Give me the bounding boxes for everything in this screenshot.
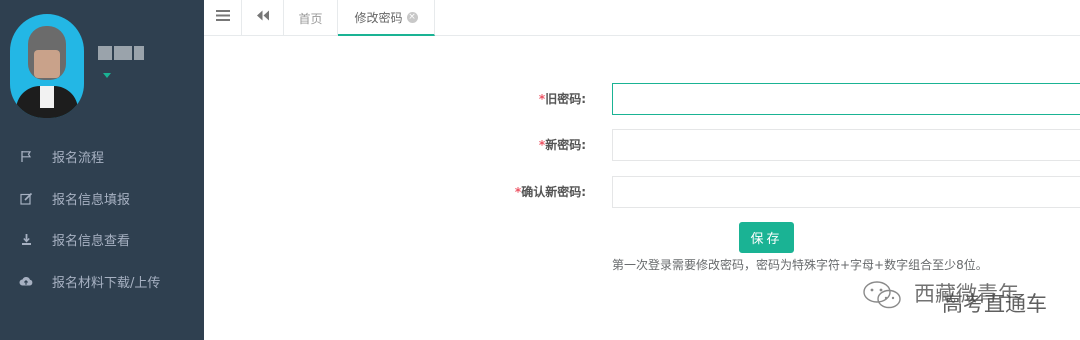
new-password-row: *新密码: [204, 129, 1080, 161]
sidebar-item-label: 报名材料下载/上传 [52, 275, 161, 291]
wechat-icon [862, 280, 904, 314]
sidebar-item-registration-process[interactable]: 报名流程 [0, 136, 204, 178]
sidebar-item-registration-view[interactable]: 报名信息查看 [0, 219, 204, 261]
tab-scroll-left-button[interactable] [242, 0, 284, 35]
top-navbar: 首页 修改密码 × [204, 0, 1080, 36]
confirm-password-label: *确认新密码: [514, 185, 586, 199]
sidebar-item-materials[interactable]: 报名材料下载/上传 [0, 261, 204, 303]
tab-change-password[interactable]: 修改密码 × [338, 0, 435, 36]
sidebar-menu: 报名流程 报名信息填报 报名信息查看 报名材料下载/上传 [0, 136, 204, 302]
sidebar-item-label: 报名信息查看 [52, 234, 131, 250]
confirm-password-input[interactable] [612, 176, 1080, 208]
sidebar-item-label: 报名流程 [52, 151, 105, 167]
sidebar-item-registration-fill[interactable]: 报名信息填报 [0, 178, 204, 220]
download-icon [19, 233, 33, 247]
close-circle-icon[interactable]: × [406, 11, 418, 23]
new-password-label: *新密码: [538, 138, 586, 152]
sidebar-item-label: 报名信息填报 [52, 192, 131, 208]
old-password-label: *旧密码: [538, 92, 586, 106]
flag-icon [19, 150, 33, 164]
new-password-input[interactable] [612, 129, 1080, 161]
menu-toggle-button[interactable] [204, 0, 242, 35]
tab-label: 首页 [298, 11, 323, 26]
save-button[interactable]: 保存 [739, 222, 794, 253]
tab-home[interactable]: 首页 [284, 0, 338, 36]
sidebar: 报名流程 报名信息填报 报名信息查看 报名材料下载/上传 [0, 0, 204, 340]
user-profile [0, 0, 204, 128]
confirm-password-row: *确认新密码: [204, 176, 1080, 208]
username-blurred[interactable] [98, 46, 156, 62]
password-hint: 第一次登录需要修改密码，密码为特殊字符+字母+数字组合至少8位。 [612, 258, 988, 272]
caret-down-icon[interactable] [103, 73, 111, 78]
hamburger-icon [215, 10, 230, 25]
avatar[interactable] [10, 14, 84, 118]
tab-label: 修改密码 [354, 10, 403, 25]
cloud-upload-icon [19, 274, 33, 288]
old-password-row: *旧密码: [204, 83, 1080, 115]
wechat-watermark: 西藏微青年 高考直通车 [862, 274, 1072, 316]
edit-icon [19, 191, 33, 205]
watermark-text-2: 高考直通车 [942, 292, 1047, 316]
double-back-icon [256, 10, 270, 25]
old-password-input[interactable] [612, 83, 1080, 115]
